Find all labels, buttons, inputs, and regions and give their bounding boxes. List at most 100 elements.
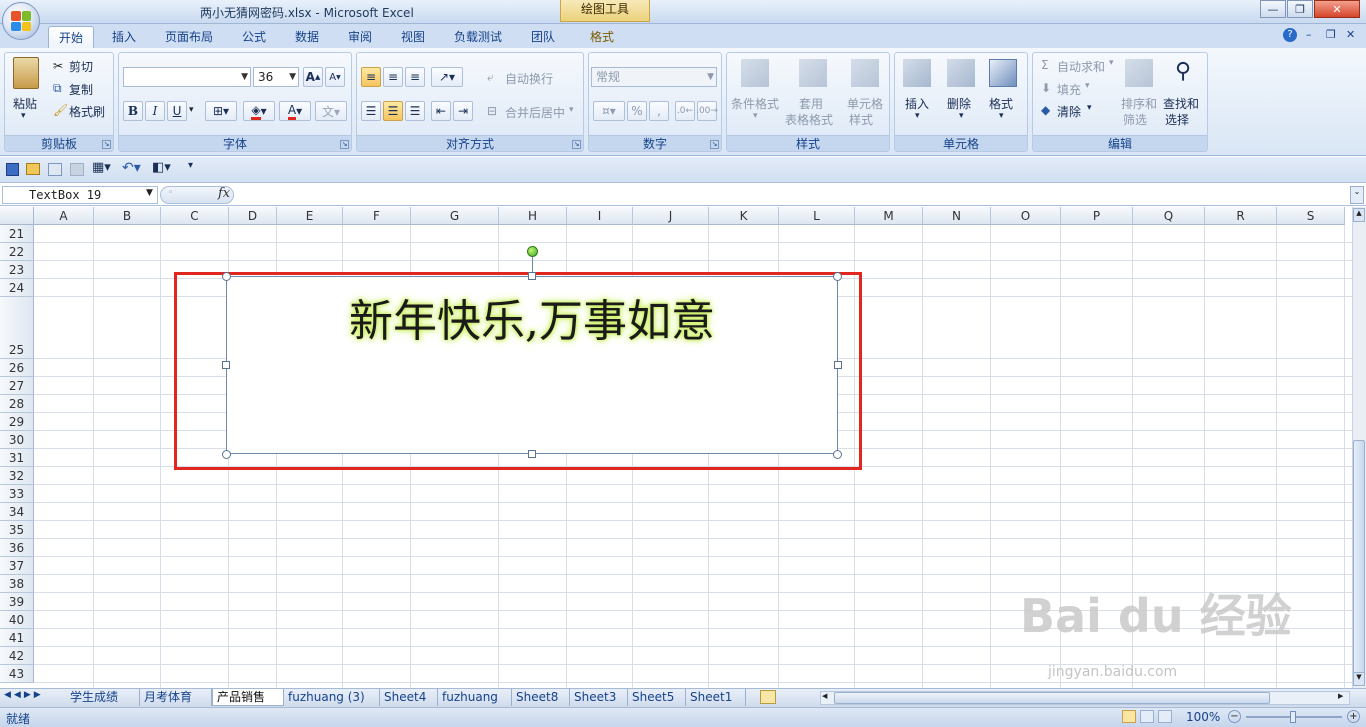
- row-header-30[interactable]: 30: [0, 431, 34, 449]
- row-header-42[interactable]: 42: [0, 647, 34, 665]
- column-header-h[interactable]: H: [499, 207, 567, 225]
- tab-view[interactable]: 视图: [391, 26, 435, 48]
- find-select-button-line2[interactable]: 选择: [1165, 111, 1189, 128]
- column-header-d[interactable]: D: [229, 207, 277, 225]
- italic-button[interactable]: I: [145, 101, 165, 121]
- tab-page-layout[interactable]: 页面布局: [155, 26, 223, 48]
- open-folder-icon[interactable]: [26, 163, 40, 175]
- underline-button[interactable]: U: [167, 101, 187, 121]
- row-header-38[interactable]: 38: [0, 575, 34, 593]
- autosum-button[interactable]: 自动求和: [1057, 58, 1105, 75]
- row-header-41[interactable]: 41: [0, 629, 34, 647]
- tab-insert[interactable]: 插入: [102, 26, 146, 48]
- row-header-31[interactable]: 31: [0, 449, 34, 467]
- tab-formulas[interactable]: 公式: [232, 26, 276, 48]
- page-layout-view-icon[interactable]: [1140, 710, 1154, 723]
- border-button[interactable]: ⊞▾: [205, 101, 237, 121]
- column-header-q[interactable]: Q: [1133, 207, 1205, 225]
- formula-input[interactable]: [236, 186, 1348, 204]
- copy-button[interactable]: 复制: [69, 81, 93, 98]
- align-top-button[interactable]: ≡: [361, 67, 381, 87]
- textbox-text[interactable]: 新年快乐,万事如意: [227, 285, 837, 349]
- sheet-tab[interactable]: Sheet5: [628, 689, 686, 706]
- alignment-launcher-icon[interactable]: ↘: [572, 140, 581, 149]
- name-box-dropdown-icon[interactable]: ▼: [146, 188, 153, 198]
- format-cells-button[interactable]: 格式: [989, 95, 1013, 112]
- rotation-handle[interactable]: [527, 246, 538, 257]
- scroll-right-icon[interactable]: ▶: [1338, 692, 1343, 700]
- ribbon-close-icon[interactable]: ✕: [1346, 28, 1355, 41]
- increase-decimal-button[interactable]: .0←: [675, 101, 695, 121]
- sort-filter-button-line2[interactable]: 筛选: [1123, 111, 1147, 128]
- row-header-21[interactable]: 21: [0, 225, 34, 243]
- conditional-format-button[interactable]: 条件格式: [731, 95, 779, 112]
- row-header-34[interactable]: 34: [0, 503, 34, 521]
- normal-view-icon[interactable]: [1122, 710, 1136, 723]
- column-header-l[interactable]: L: [779, 207, 855, 225]
- ribbon-restore-icon[interactable]: ❐: [1326, 28, 1336, 41]
- increase-indent-button[interactable]: ⇥: [453, 101, 473, 121]
- insert-dropdown-icon[interactable]: ▾: [915, 111, 920, 121]
- align-middle-button[interactable]: ≡: [383, 67, 403, 87]
- resize-handle-top-left[interactable]: [222, 272, 231, 281]
- page-break-view-icon[interactable]: [1158, 710, 1172, 723]
- align-center-button[interactable]: ☰: [383, 101, 403, 121]
- sheet-tab[interactable]: fuzhuang: [438, 689, 512, 706]
- sheet-tab[interactable]: fuzhuang (3): [284, 689, 380, 706]
- decrease-decimal-button[interactable]: .00→: [696, 101, 718, 121]
- row-header-24[interactable]: 24: [0, 279, 34, 297]
- restore-button[interactable]: ❐: [1287, 0, 1313, 18]
- align-left-button[interactable]: ☰: [361, 101, 381, 121]
- column-header-b[interactable]: B: [94, 207, 161, 225]
- tab-data[interactable]: 数据: [285, 26, 329, 48]
- fill-color-button[interactable]: ◈ ▾: [243, 101, 275, 121]
- resize-handle-bottom-right[interactable]: [833, 450, 842, 459]
- zoom-in-icon[interactable]: +: [1347, 710, 1360, 723]
- customize-qat-icon[interactable]: ▾: [188, 160, 193, 171]
- tab-review[interactable]: 审阅: [338, 26, 382, 48]
- row-header-36[interactable]: 36: [0, 539, 34, 557]
- column-header-f[interactable]: F: [343, 207, 411, 225]
- row-header-29[interactable]: 29: [0, 413, 34, 431]
- row-header-27[interactable]: 27: [0, 377, 34, 395]
- row-header-32[interactable]: 32: [0, 467, 34, 485]
- row-header-40[interactable]: 40: [0, 611, 34, 629]
- insert-sheet-icon[interactable]: [760, 690, 776, 704]
- font-size-combo[interactable]: 36 ▼: [253, 67, 299, 87]
- font-name-combo[interactable]: ▼: [123, 67, 251, 87]
- resize-handle-left[interactable]: [222, 361, 230, 369]
- autosum-dropdown-icon[interactable]: ▾: [1109, 58, 1114, 68]
- zoom-slider-thumb[interactable]: [1290, 711, 1296, 723]
- sheet-tab[interactable]: Sheet4: [380, 689, 438, 706]
- column-header-i[interactable]: I: [567, 207, 633, 225]
- row-header-26[interactable]: 26: [0, 359, 34, 377]
- decrease-indent-button[interactable]: ⇤: [431, 101, 451, 121]
- scroll-up-icon[interactable]: ▲: [1353, 208, 1365, 222]
- formula-resize-icon[interactable]: ◦: [168, 188, 173, 198]
- row-header-25[interactable]: 25: [0, 297, 34, 359]
- fill-button[interactable]: 填充: [1057, 81, 1081, 98]
- horizontal-scroll-thumb[interactable]: [834, 692, 1270, 704]
- row-header-37[interactable]: 37: [0, 557, 34, 575]
- row-header-33[interactable]: 33: [0, 485, 34, 503]
- column-header-m[interactable]: M: [855, 207, 923, 225]
- sheet-tab[interactable]: 产品销售: [212, 689, 284, 706]
- sheet-tab[interactable]: Sheet1: [686, 689, 746, 706]
- sheet-tab[interactable]: Sheet3: [570, 689, 628, 706]
- help-icon[interactable]: ?: [1283, 28, 1297, 42]
- merge-dropdown-icon[interactable]: ▾: [569, 105, 574, 115]
- grow-font-button[interactable]: A ▲: [303, 67, 323, 87]
- shrink-font-button[interactable]: A ▼: [325, 67, 345, 87]
- zoom-out-icon[interactable]: −: [1228, 710, 1241, 723]
- column-header-o[interactable]: O: [991, 207, 1061, 225]
- clipboard-launcher-icon[interactable]: ↘: [102, 140, 111, 149]
- layout-icon[interactable]: ▦▾: [92, 160, 111, 175]
- cut-button[interactable]: 剪切: [69, 58, 93, 75]
- align-right-button[interactable]: ☰: [405, 101, 425, 121]
- select-all-corner[interactable]: [0, 207, 34, 225]
- comma-button[interactable]: ,: [649, 101, 669, 121]
- close-button[interactable]: ✕: [1314, 0, 1360, 18]
- font-launcher-icon[interactable]: ↘: [340, 140, 349, 149]
- scroll-left-icon[interactable]: ◀: [822, 692, 827, 700]
- column-header-c[interactable]: C: [161, 207, 229, 225]
